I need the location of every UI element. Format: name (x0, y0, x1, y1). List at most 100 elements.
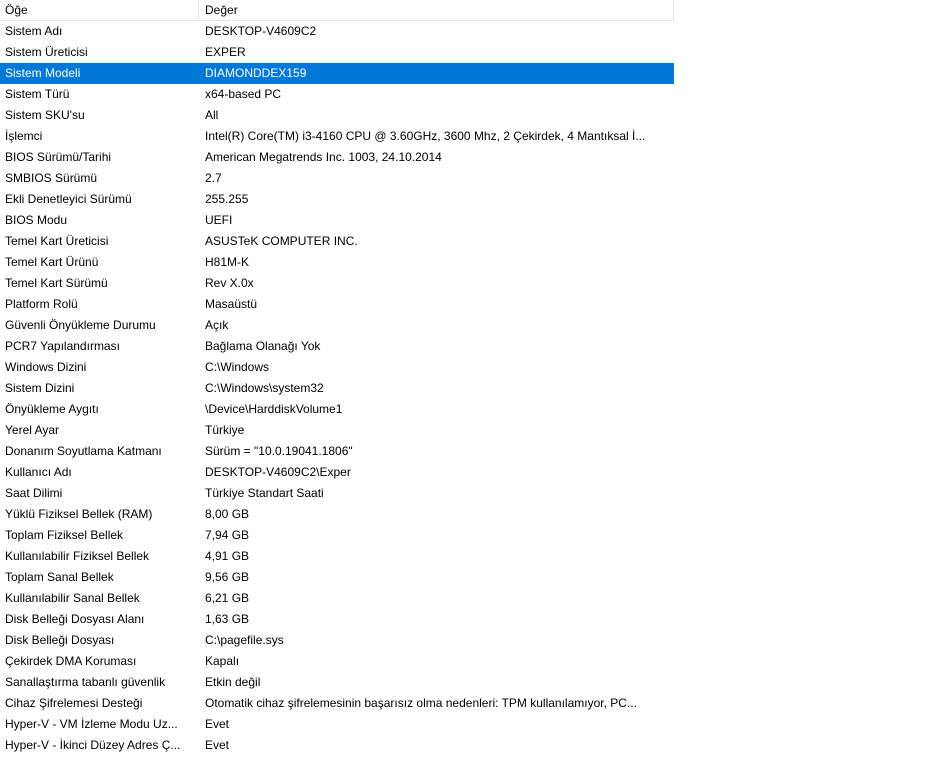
table-row[interactable]: Temel Kart Sürümü Rev X.0x (0, 273, 674, 294)
table-row[interactable]: Kullanılabilir Fiziksel Bellek 4,91 GB (0, 546, 674, 567)
row-item-name: Yerel Ayar (5, 423, 60, 437)
row-item-value: Masaüstü (205, 297, 258, 311)
table-row[interactable]: Önyükleme Aygıtı \Device\HarddiskVolume1 (0, 399, 674, 420)
row-item-name: Sistem Adı (5, 24, 63, 38)
table-row[interactable]: Hyper-V - VM İzleme Modu Uz... Evet (0, 714, 674, 735)
row-item-value: Evet (205, 717, 230, 731)
table-row[interactable]: BIOS Sürümü/Tarihi American Megatrends In… (0, 147, 674, 168)
table-row[interactable]: Sanallaştırma tabanlı güvenlik Etkin deği… (0, 672, 674, 693)
row-item-value: 2.7 (205, 171, 222, 185)
row-item-value: \Device\HarddiskVolume1 (205, 402, 343, 416)
table-row[interactable]: Toplam Sanal Bellek 9,56 GB (0, 567, 674, 588)
row-item-value: Evet (205, 738, 230, 752)
table-row[interactable]: İşlemci Intel(R) Core(TM) i3-4160 CPU @ 3… (0, 126, 674, 147)
table-row[interactable]: Donanım Soyutlama Katmanı Sürüm = "10.0.1… (0, 441, 674, 462)
row-item-name: Sanallaştırma tabanlı güvenlik (5, 675, 166, 689)
row-item-name: PCR7 Yapılandırması (5, 339, 120, 353)
row-item-value: 7,94 GB (205, 528, 250, 542)
table-row[interactable]: Disk Belleği Dosyası C:\pagefile.sys (0, 630, 674, 651)
table-row[interactable]: Yüklü Fiziksel Bellek (RAM) 8,00 GB (0, 504, 674, 525)
table-row[interactable]: Ekli Denetleyici Sürümü 255.255 (0, 189, 674, 210)
row-item-name: Hyper-V - VM İzleme Modu Uz... (5, 717, 178, 731)
row-item-name: Sistem Modeli (5, 66, 81, 80)
row-item-name: Sistem Üreticisi (5, 45, 88, 59)
row-item-value: All (205, 108, 219, 122)
row-item-name: Windows Dizini (5, 360, 87, 374)
row-item-value: DESKTOP-V4609C2 (205, 24, 317, 38)
row-item-value: 9,56 GB (205, 570, 250, 584)
row-item-value: 6,21 GB (205, 591, 250, 605)
row-item-name: Sistem SKU'su (5, 108, 85, 122)
table-row[interactable]: SMBIOS Sürümü 2.7 (0, 168, 674, 189)
table-row[interactable]: PCR7 Yapılandırması Bağlama Olanağı Yok (0, 336, 674, 357)
list-header: Öğe Değer (0, 0, 674, 21)
row-item-value: C:\Windows (205, 360, 270, 374)
table-row[interactable]: Sistem Türü x64-based PC (0, 84, 674, 105)
table-row[interactable]: Windows Dizini C:\Windows (0, 357, 674, 378)
table-row[interactable]: Kullanıcı Adı DESKTOP-V4609C2\Exper (0, 462, 674, 483)
table-row[interactable]: Yerel Ayar Türkiye (0, 420, 674, 441)
row-item-name: İşlemci (5, 129, 43, 143)
row-item-name: Önyükleme Aygıtı (5, 402, 99, 416)
row-item-value: Etkin değil (205, 675, 261, 689)
row-item-name: Yüklü Fiziksel Bellek (RAM) (5, 507, 153, 521)
row-item-value: 255.255 (205, 192, 249, 206)
row-item-name: SMBIOS Sürümü (5, 171, 98, 185)
table-row[interactable]: Sistem Üreticisi EXPER (0, 42, 674, 63)
table-row[interactable]: Temel Kart Üreticisi ASUSTeK COMPUTER INC… (0, 231, 674, 252)
row-item-name: Temel Kart Üreticisi (5, 234, 109, 248)
table-row[interactable]: BIOS Modu UEFI (0, 210, 674, 231)
row-item-value: C:\Windows\system32 (205, 381, 324, 395)
row-item-name: Temel Kart Sürümü (5, 276, 108, 290)
table-row[interactable]: Cihaz Şifrelemesi Desteği Otomatik cihaz … (0, 693, 674, 714)
table-row[interactable]: Temel Kart Ürünü H81M-K (0, 252, 674, 273)
row-item-name: Sistem Dizini (5, 381, 75, 395)
row-item-name: Kullanılabilir Fiziksel Bellek (5, 549, 150, 563)
column-header-value[interactable]: Değer (199, 0, 674, 20)
row-item-value: 4,91 GB (205, 549, 250, 563)
row-item-value: H81M-K (205, 255, 250, 269)
row-item-value: 8,00 GB (205, 507, 250, 521)
row-item-name: Donanım Soyutlama Katmanı (5, 444, 162, 458)
row-item-value: Bağlama Olanağı Yok (205, 339, 321, 353)
row-item-name: Kullanıcı Adı (5, 465, 72, 479)
table-row[interactable]: Çekirdek DMA Koruması Kapalı (0, 651, 674, 672)
table-row[interactable]: Sistem Modeli DIAMONDDEX159 (0, 63, 674, 84)
table-row[interactable]: Kullanılabilir Sanal Bellek 6,21 GB (0, 588, 674, 609)
table-row[interactable]: Sistem Adı DESKTOP-V4609C2 (0, 21, 674, 42)
table-row[interactable]: Hyper-V - İkinci Düzey Adres Ç... Evet (0, 735, 674, 756)
row-item-name: Temel Kart Ürünü (5, 255, 99, 269)
table-row[interactable]: Toplam Fiziksel Bellek 7,94 GB (0, 525, 674, 546)
row-item-name: Disk Belleği Dosyası Alanı (5, 612, 145, 626)
row-item-value: Açık (205, 318, 229, 332)
row-item-value: Sürüm = "10.0.19041.1806" (205, 444, 353, 458)
row-item-value: Rev X.0x (205, 276, 254, 290)
row-item-value: 1,63 GB (205, 612, 250, 626)
row-item-value: EXPER (205, 45, 246, 59)
column-header-item[interactable]: Öğe (0, 0, 199, 20)
table-row[interactable]: Disk Belleği Dosyası Alanı 1,63 GB (0, 609, 674, 630)
row-item-value: American Megatrends Inc. 1003, 24.10.201… (205, 150, 442, 164)
row-item-name: Cihaz Şifrelemesi Desteği (5, 696, 143, 710)
row-item-name: Çekirdek DMA Koruması (5, 654, 137, 668)
table-row[interactable]: Güvenli Önyükleme Durumu Açık (0, 315, 674, 336)
row-item-value: Intel(R) Core(TM) i3-4160 CPU @ 3.60GHz,… (205, 129, 646, 143)
table-row[interactable]: Sistem Dizini C:\Windows\system32 (0, 378, 674, 399)
table-row[interactable]: Saat Dilimi Türkiye Standart Saati (0, 483, 674, 504)
row-item-name: Sistem Türü (5, 87, 70, 101)
row-item-name: Platform Rolü (5, 297, 78, 311)
row-item-value: Türkiye (205, 423, 245, 437)
row-item-value: DIAMONDDEX159 (205, 66, 307, 80)
row-item-name: BIOS Modu (5, 213, 68, 227)
row-item-name: BIOS Sürümü/Tarihi (5, 150, 112, 164)
system-summary-list[interactable]: Öğe Değer Sistem Adı DESKTOP-V4609C2 Siste… (0, 0, 929, 757)
table-row[interactable]: Platform Rolü Masaüstü (0, 294, 674, 315)
row-item-value: Kapalı (205, 654, 240, 668)
row-item-value: Türkiye Standart Saati (205, 486, 324, 500)
row-item-value: UEFI (205, 213, 233, 227)
row-item-name: Güvenli Önyükleme Durumu (5, 318, 156, 332)
row-item-name: Toplam Fiziksel Bellek (5, 528, 124, 542)
row-item-value: C:\pagefile.sys (205, 633, 284, 647)
table-row[interactable]: Sistem SKU'su All (0, 105, 674, 126)
row-item-name: Toplam Sanal Bellek (5, 570, 114, 584)
